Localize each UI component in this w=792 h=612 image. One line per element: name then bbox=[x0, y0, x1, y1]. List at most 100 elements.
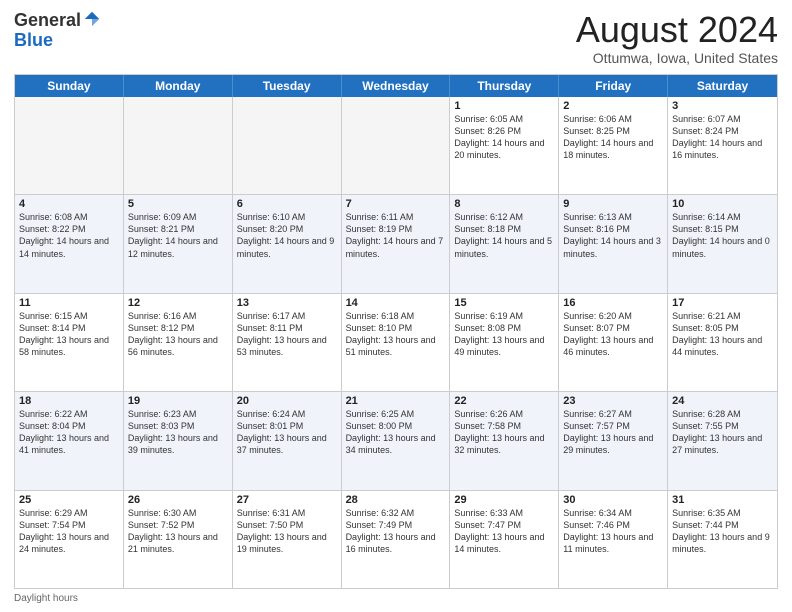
cell-details: Sunrise: 6:34 AMSunset: 7:46 PMDaylight:… bbox=[563, 507, 663, 556]
day-number: 30 bbox=[563, 494, 663, 506]
cell-details: Sunrise: 6:17 AMSunset: 8:11 PMDaylight:… bbox=[237, 310, 337, 359]
day-cell-28: 28Sunrise: 6:32 AMSunset: 7:49 PMDayligh… bbox=[342, 491, 451, 588]
day-cell-6: 6Sunrise: 6:10 AMSunset: 8:20 PMDaylight… bbox=[233, 195, 342, 292]
cell-details: Sunrise: 6:15 AMSunset: 8:14 PMDaylight:… bbox=[19, 310, 119, 359]
day-number: 26 bbox=[128, 494, 228, 506]
main-title: August 2024 bbox=[576, 10, 778, 50]
cell-details: Sunrise: 6:35 AMSunset: 7:44 PMDaylight:… bbox=[672, 507, 773, 556]
empty-cell bbox=[124, 97, 233, 194]
day-number: 31 bbox=[672, 494, 773, 506]
day-number: 28 bbox=[346, 494, 446, 506]
day-cell-22: 22Sunrise: 6:26 AMSunset: 7:58 PMDayligh… bbox=[450, 392, 559, 489]
day-cell-2: 2Sunrise: 6:06 AMSunset: 8:25 PMDaylight… bbox=[559, 97, 668, 194]
day-cell-11: 11Sunrise: 6:15 AMSunset: 8:14 PMDayligh… bbox=[15, 294, 124, 391]
day-number: 2 bbox=[563, 100, 663, 112]
cell-details: Sunrise: 6:32 AMSunset: 7:49 PMDaylight:… bbox=[346, 507, 446, 556]
day-header-friday: Friday bbox=[559, 75, 668, 97]
cell-details: Sunrise: 6:28 AMSunset: 7:55 PMDaylight:… bbox=[672, 408, 773, 457]
day-number: 5 bbox=[128, 198, 228, 210]
cell-details: Sunrise: 6:05 AMSunset: 8:26 PMDaylight:… bbox=[454, 113, 554, 162]
day-number: 20 bbox=[237, 395, 337, 407]
cell-details: Sunrise: 6:33 AMSunset: 7:47 PMDaylight:… bbox=[454, 507, 554, 556]
cell-details: Sunrise: 6:29 AMSunset: 7:54 PMDaylight:… bbox=[19, 507, 119, 556]
cell-details: Sunrise: 6:16 AMSunset: 8:12 PMDaylight:… bbox=[128, 310, 228, 359]
day-cell-21: 21Sunrise: 6:25 AMSunset: 8:00 PMDayligh… bbox=[342, 392, 451, 489]
day-cell-7: 7Sunrise: 6:11 AMSunset: 8:19 PMDaylight… bbox=[342, 195, 451, 292]
cell-details: Sunrise: 6:20 AMSunset: 8:07 PMDaylight:… bbox=[563, 310, 663, 359]
day-cell-10: 10Sunrise: 6:14 AMSunset: 8:15 PMDayligh… bbox=[668, 195, 777, 292]
calendar-row-5: 25Sunrise: 6:29 AMSunset: 7:54 PMDayligh… bbox=[15, 490, 777, 588]
cell-details: Sunrise: 6:07 AMSunset: 8:24 PMDaylight:… bbox=[672, 113, 773, 162]
logo-text: General bbox=[14, 10, 101, 30]
day-header-monday: Monday bbox=[124, 75, 233, 97]
calendar: SundayMondayTuesdayWednesdayThursdayFrid… bbox=[14, 74, 778, 589]
cell-details: Sunrise: 6:06 AMSunset: 8:25 PMDaylight:… bbox=[563, 113, 663, 162]
cell-details: Sunrise: 6:31 AMSunset: 7:50 PMDaylight:… bbox=[237, 507, 337, 556]
day-number: 25 bbox=[19, 494, 119, 506]
day-header-thursday: Thursday bbox=[450, 75, 559, 97]
footer-text: Daylight hours bbox=[14, 593, 78, 604]
cell-details: Sunrise: 6:08 AMSunset: 8:22 PMDaylight:… bbox=[19, 211, 119, 260]
day-number: 19 bbox=[128, 395, 228, 407]
day-cell-1: 1Sunrise: 6:05 AMSunset: 8:26 PMDaylight… bbox=[450, 97, 559, 194]
cell-details: Sunrise: 6:23 AMSunset: 8:03 PMDaylight:… bbox=[128, 408, 228, 457]
day-number: 4 bbox=[19, 198, 119, 210]
header: General Blue August 2024 Ottumwa, Iowa, … bbox=[14, 10, 778, 66]
footer: Daylight hours bbox=[14, 593, 778, 604]
day-cell-24: 24Sunrise: 6:28 AMSunset: 7:55 PMDayligh… bbox=[668, 392, 777, 489]
day-cell-3: 3Sunrise: 6:07 AMSunset: 8:24 PMDaylight… bbox=[668, 97, 777, 194]
cell-details: Sunrise: 6:19 AMSunset: 8:08 PMDaylight:… bbox=[454, 310, 554, 359]
calendar-header: SundayMondayTuesdayWednesdayThursdayFrid… bbox=[15, 75, 777, 97]
day-number: 7 bbox=[346, 198, 446, 210]
day-cell-27: 27Sunrise: 6:31 AMSunset: 7:50 PMDayligh… bbox=[233, 491, 342, 588]
day-cell-15: 15Sunrise: 6:19 AMSunset: 8:08 PMDayligh… bbox=[450, 294, 559, 391]
empty-cell bbox=[233, 97, 342, 194]
day-number: 1 bbox=[454, 100, 554, 112]
cell-details: Sunrise: 6:10 AMSunset: 8:20 PMDaylight:… bbox=[237, 211, 337, 260]
cell-details: Sunrise: 6:13 AMSunset: 8:16 PMDaylight:… bbox=[563, 211, 663, 260]
day-cell-29: 29Sunrise: 6:33 AMSunset: 7:47 PMDayligh… bbox=[450, 491, 559, 588]
logo-general: General bbox=[14, 11, 81, 29]
day-number: 11 bbox=[19, 297, 119, 309]
day-cell-12: 12Sunrise: 6:16 AMSunset: 8:12 PMDayligh… bbox=[124, 294, 233, 391]
day-number: 22 bbox=[454, 395, 554, 407]
day-header-wednesday: Wednesday bbox=[342, 75, 451, 97]
logo-icon bbox=[83, 10, 101, 28]
day-number: 27 bbox=[237, 494, 337, 506]
calendar-row-3: 11Sunrise: 6:15 AMSunset: 8:14 PMDayligh… bbox=[15, 293, 777, 391]
day-cell-30: 30Sunrise: 6:34 AMSunset: 7:46 PMDayligh… bbox=[559, 491, 668, 588]
cell-details: Sunrise: 6:12 AMSunset: 8:18 PMDaylight:… bbox=[454, 211, 554, 260]
day-number: 10 bbox=[672, 198, 773, 210]
day-cell-19: 19Sunrise: 6:23 AMSunset: 8:03 PMDayligh… bbox=[124, 392, 233, 489]
cell-details: Sunrise: 6:25 AMSunset: 8:00 PMDaylight:… bbox=[346, 408, 446, 457]
logo: General Blue bbox=[14, 10, 101, 51]
cell-details: Sunrise: 6:21 AMSunset: 8:05 PMDaylight:… bbox=[672, 310, 773, 359]
empty-cell bbox=[15, 97, 124, 194]
cell-details: Sunrise: 6:11 AMSunset: 8:19 PMDaylight:… bbox=[346, 211, 446, 260]
day-header-saturday: Saturday bbox=[668, 75, 777, 97]
day-cell-26: 26Sunrise: 6:30 AMSunset: 7:52 PMDayligh… bbox=[124, 491, 233, 588]
day-number: 12 bbox=[128, 297, 228, 309]
day-number: 9 bbox=[563, 198, 663, 210]
cell-details: Sunrise: 6:30 AMSunset: 7:52 PMDaylight:… bbox=[128, 507, 228, 556]
cell-details: Sunrise: 6:14 AMSunset: 8:15 PMDaylight:… bbox=[672, 211, 773, 260]
cell-details: Sunrise: 6:27 AMSunset: 7:57 PMDaylight:… bbox=[563, 408, 663, 457]
day-cell-14: 14Sunrise: 6:18 AMSunset: 8:10 PMDayligh… bbox=[342, 294, 451, 391]
day-number: 21 bbox=[346, 395, 446, 407]
day-cell-20: 20Sunrise: 6:24 AMSunset: 8:01 PMDayligh… bbox=[233, 392, 342, 489]
day-number: 6 bbox=[237, 198, 337, 210]
title-block: August 2024 Ottumwa, Iowa, United States bbox=[576, 10, 778, 66]
cell-details: Sunrise: 6:18 AMSunset: 8:10 PMDaylight:… bbox=[346, 310, 446, 359]
day-cell-8: 8Sunrise: 6:12 AMSunset: 8:18 PMDaylight… bbox=[450, 195, 559, 292]
day-cell-17: 17Sunrise: 6:21 AMSunset: 8:05 PMDayligh… bbox=[668, 294, 777, 391]
day-cell-31: 31Sunrise: 6:35 AMSunset: 7:44 PMDayligh… bbox=[668, 491, 777, 588]
day-cell-23: 23Sunrise: 6:27 AMSunset: 7:57 PMDayligh… bbox=[559, 392, 668, 489]
day-cell-5: 5Sunrise: 6:09 AMSunset: 8:21 PMDaylight… bbox=[124, 195, 233, 292]
day-number: 29 bbox=[454, 494, 554, 506]
day-cell-9: 9Sunrise: 6:13 AMSunset: 8:16 PMDaylight… bbox=[559, 195, 668, 292]
day-number: 14 bbox=[346, 297, 446, 309]
day-number: 15 bbox=[454, 297, 554, 309]
cell-details: Sunrise: 6:22 AMSunset: 8:04 PMDaylight:… bbox=[19, 408, 119, 457]
day-number: 13 bbox=[237, 297, 337, 309]
day-cell-18: 18Sunrise: 6:22 AMSunset: 8:04 PMDayligh… bbox=[15, 392, 124, 489]
